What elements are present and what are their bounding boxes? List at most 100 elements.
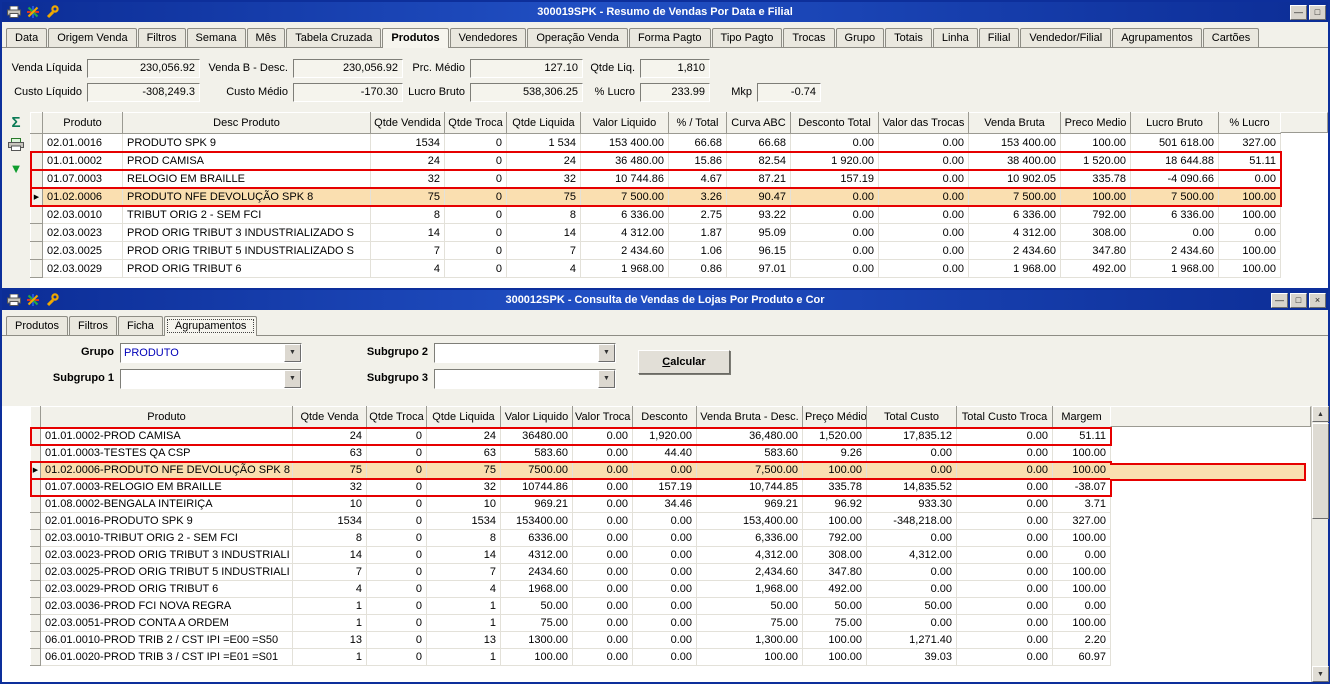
table-row[interactable]: 01.01.0002-PROD CAMISA2402436480.000.001…: [31, 428, 1111, 445]
tab-agrupamentos[interactable]: Agrupamentos: [164, 316, 258, 336]
tab-totais[interactable]: Totais: [885, 28, 932, 47]
column-header[interactable]: Qtde Liquida: [507, 113, 581, 134]
tab-vendedores[interactable]: Vendedores: [450, 28, 527, 47]
tab-tabela-cruzada[interactable]: Tabela Cruzada: [286, 28, 381, 47]
table-row[interactable]: 02.03.0036-PROD FCI NOVA REGRA10150.000.…: [31, 598, 1111, 615]
table-row[interactable]: 02.03.0010-TRIBUT ORIG 2 - SEM FCI808633…: [31, 530, 1111, 547]
tab-filtros[interactable]: Filtros: [69, 316, 117, 335]
chevron-down-icon[interactable]: ▼: [598, 344, 615, 362]
print-grid-icon[interactable]: [8, 138, 24, 154]
chevron-down-icon[interactable]: ▼: [284, 370, 301, 388]
table-row[interactable]: 01.07.0003-RELOGIO EM BRAILLE3203210744.…: [31, 479, 1111, 496]
table-row[interactable]: 02.03.0051-PROD CONTA A ORDEM10175.000.0…: [31, 615, 1111, 632]
sum-icon[interactable]: Σ: [11, 114, 20, 131]
scrollbar-thumb[interactable]: [1312, 423, 1329, 519]
tab-produtos[interactable]: Produtos: [6, 316, 68, 335]
wrench-icon[interactable]: [44, 293, 60, 307]
table-row[interactable]: 06.01.0020-PROD TRIB 3 / CST IPI =E01 =S…: [31, 649, 1111, 666]
maximize-button[interactable]: □: [1290, 293, 1307, 308]
chevron-down-icon[interactable]: ▼: [598, 370, 615, 388]
calcular-button[interactable]: Calcular: [638, 350, 730, 374]
table-row[interactable]: 02.03.0010TRIBUT ORIG 2 - SEM FCI8086 33…: [31, 206, 1281, 224]
star-settings-icon[interactable]: [25, 5, 41, 19]
scroll-down-icon[interactable]: ▼: [1312, 666, 1329, 682]
subgrupo1-select[interactable]: ▼: [120, 369, 302, 389]
column-header[interactable]: Margem: [1053, 407, 1111, 428]
grupo-select[interactable]: PRODUTO ▼: [120, 343, 302, 363]
table-row[interactable]: 02.03.0029PROD ORIG TRIBUT 64041 968.000…: [31, 260, 1281, 278]
table-row[interactable]: 02.03.0029-PROD ORIG TRIBUT 64041968.000…: [31, 581, 1111, 598]
column-header[interactable]: Curva ABC: [727, 113, 791, 134]
tab-agrupamentos[interactable]: Agrupamentos: [1112, 28, 1202, 47]
table-row[interactable]: 02.01.0016PRODUTO SPK 9153401 534153 400…: [31, 134, 1281, 152]
column-header[interactable]: Venda Bruta: [969, 113, 1061, 134]
titlebar[interactable]: 300012SPK - Consulta de Vendas de Lojas …: [2, 290, 1328, 310]
column-header[interactable]: Desconto: [633, 407, 697, 428]
tab-origem-venda[interactable]: Origem Venda: [48, 28, 136, 47]
table-row[interactable]: 01.08.0002-BENGALA INTEIRIÇA10010969.210…: [31, 496, 1111, 513]
tab-ficha[interactable]: Ficha: [118, 316, 163, 335]
column-header[interactable]: % / Total: [669, 113, 727, 134]
column-header[interactable]: Valor Troca: [573, 407, 633, 428]
table-row[interactable]: ▶01.02.0006PRODUTO NFE DEVOLUÇÃO SPK 875…: [31, 188, 1281, 206]
table-row[interactable]: ▶01.02.0006-PRODUTO NFE DEVOLUÇÃO SPK 87…: [31, 462, 1111, 479]
subgrupo2-select[interactable]: ▼: [434, 343, 616, 363]
tab-opera-o-venda[interactable]: Operação Venda: [527, 28, 628, 47]
column-header[interactable]: Lucro Bruto: [1131, 113, 1219, 134]
tab-produtos[interactable]: Produtos: [382, 28, 448, 48]
minimize-button[interactable]: —: [1290, 5, 1307, 20]
column-header[interactable]: Desconto Total: [791, 113, 879, 134]
column-header[interactable]: Produto: [43, 113, 123, 134]
column-header[interactable]: Venda Bruta - Desc.: [697, 407, 803, 428]
column-header[interactable]: Valor Liquido: [501, 407, 573, 428]
column-header[interactable]: Total Custo Troca: [957, 407, 1053, 428]
table-row[interactable]: 02.01.0016-PRODUTO SPK 9153401534153400.…: [31, 513, 1111, 530]
table-row[interactable]: 01.01.0002PROD CAMISA2402436 480.0015.86…: [31, 152, 1281, 170]
export-down-icon[interactable]: ▼: [10, 161, 23, 176]
table-row[interactable]: 02.03.0023PROD ORIG TRIBUT 3 INDUSTRIALI…: [31, 224, 1281, 242]
table-row[interactable]: 06.01.0010-PROD TRIB 2 / CST IPI =E00 =S…: [31, 632, 1111, 649]
vertical-scrollbar[interactable]: ▲ ▼: [1311, 406, 1328, 682]
column-header[interactable]: % Lucro: [1219, 113, 1281, 134]
column-header[interactable]: Produto: [41, 407, 293, 428]
print-icon[interactable]: [6, 5, 22, 19]
print-icon[interactable]: [6, 293, 22, 307]
column-header[interactable]: Valor Liquido: [581, 113, 669, 134]
column-header[interactable]: Qtde Liquida: [427, 407, 501, 428]
column-header[interactable]: Total Custo: [867, 407, 957, 428]
tab-tipo-pagto[interactable]: Tipo Pagto: [712, 28, 783, 47]
tab-vendedor-filial[interactable]: Vendedor/Filial: [1020, 28, 1111, 47]
column-header[interactable]: Desc Produto: [123, 113, 371, 134]
wrench-icon[interactable]: [44, 5, 60, 19]
tab-forma-pagto[interactable]: Forma Pagto: [629, 28, 711, 47]
tab-grupo[interactable]: Grupo: [836, 28, 885, 47]
tab-m-s[interactable]: Mês: [247, 28, 286, 47]
table-row[interactable]: 02.03.0025-PROD ORIG TRIBUT 5 INDUSTRIAL…: [31, 564, 1111, 581]
minimize-button[interactable]: —: [1271, 293, 1288, 308]
tab-filtros[interactable]: Filtros: [138, 28, 186, 47]
column-header[interactable]: Qtde Troca: [445, 113, 507, 134]
scroll-up-icon[interactable]: ▲: [1312, 406, 1329, 422]
table-row[interactable]: 01.01.0003-TESTES QA CSP63063583.600.004…: [31, 445, 1111, 462]
column-header[interactable]: Qtde Venda: [293, 407, 367, 428]
tab-linha[interactable]: Linha: [933, 28, 978, 47]
close-button[interactable]: ×: [1309, 293, 1326, 308]
tab-trocas[interactable]: Trocas: [783, 28, 834, 47]
column-header[interactable]: Preço Médio: [803, 407, 867, 428]
maximize-button[interactable]: □: [1309, 5, 1326, 20]
table-row[interactable]: 01.07.0003RELOGIO EM BRAILLE3203210 744.…: [31, 170, 1281, 188]
titlebar[interactable]: 300019SPK - Resumo de Vendas Por Data e …: [2, 2, 1328, 22]
column-header[interactable]: Preco Medio: [1061, 113, 1131, 134]
table-row[interactable]: 02.03.0025PROD ORIG TRIBUT 5 INDUSTRIALI…: [31, 242, 1281, 260]
subgrupo3-select[interactable]: ▼: [434, 369, 616, 389]
tab-cart-es[interactable]: Cartões: [1203, 28, 1260, 47]
star-settings-icon[interactable]: [25, 293, 41, 307]
tab-filial[interactable]: Filial: [979, 28, 1020, 47]
tab-semana[interactable]: Semana: [187, 28, 246, 47]
column-header[interactable]: Qtde Troca: [367, 407, 427, 428]
chevron-down-icon[interactable]: ▼: [284, 344, 301, 362]
column-header[interactable]: Valor das Trocas: [879, 113, 969, 134]
column-header[interactable]: Qtde Vendida: [371, 113, 445, 134]
tab-data[interactable]: Data: [6, 28, 47, 47]
table-row[interactable]: 02.03.0023-PROD ORIG TRIBUT 3 INDUSTRIAL…: [31, 547, 1111, 564]
